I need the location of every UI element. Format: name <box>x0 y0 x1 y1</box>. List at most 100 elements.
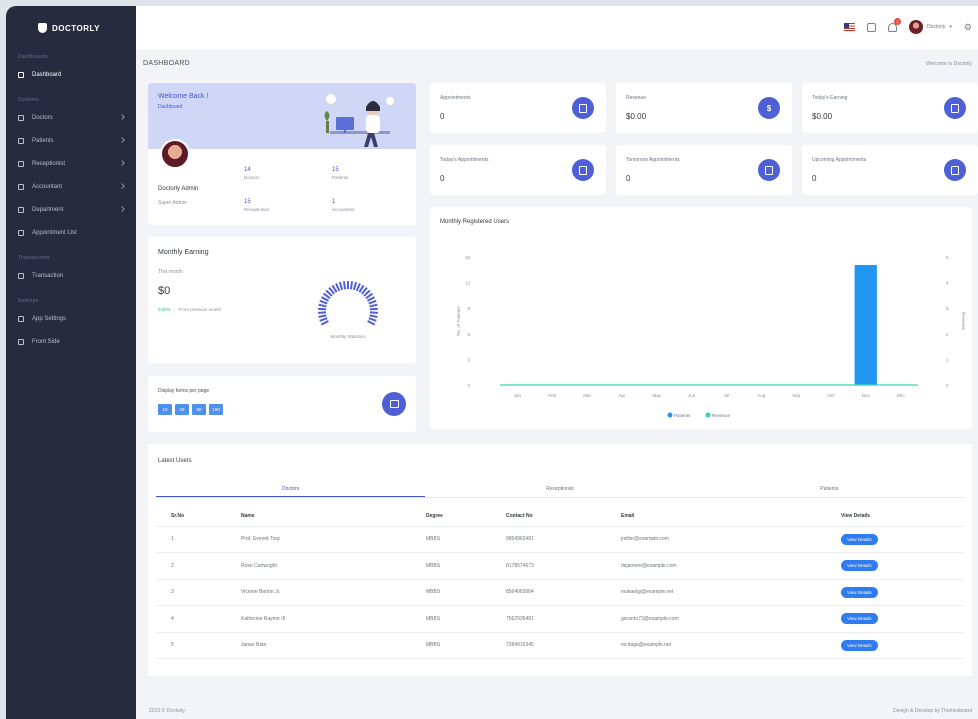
monthly-users-chart-card: Monthly Registered Users 0 3 6 9 12 16 0 1 2 3 4 5 N… <box>430 207 972 429</box>
logo[interactable]: DOCTORLY <box>6 6 136 33</box>
icon-glyph <box>765 165 773 175</box>
table-cell-name: Janae Bate <box>226 632 411 659</box>
calendar-clock-icon <box>944 159 966 181</box>
table-header-row: Sr.No Name Degree Contact No Email View Detai… <box>156 506 964 527</box>
page-size-25[interactable]: 25 <box>175 404 189 415</box>
monthly-users-chart: 03691216012345No. of Patients RevenueJan F… <box>456 255 966 418</box>
stat-card-label: Appointments <box>440 95 471 101</box>
stat-card-value: 0 <box>440 112 445 121</box>
tab-patients[interactable]: Patients <box>695 482 964 497</box>
sidebar-item-receptionist[interactable]: Receptionist <box>6 152 136 175</box>
table-cell-view-details: View Details <box>826 579 964 606</box>
table-row: 3 Vicente Barton Jr. MBBS 8564083064 makaelg… <box>156 579 964 606</box>
page-size-10[interactable]: 10 <box>158 404 172 415</box>
table-cell-degree: MBBS <box>411 552 491 580</box>
column-header-sr-no: Sr.No <box>156 506 226 527</box>
avatar <box>909 20 924 34</box>
earning-change-row: 0.00% ↑ From previous month <box>158 307 221 312</box>
view-details-button[interactable]: View Details <box>841 586 878 598</box>
user-menu[interactable]: Doctorly ▾ <box>909 20 952 34</box>
legend-marker <box>705 412 711 418</box>
tab-receptionist[interactable]: Receptionist <box>425 482 694 497</box>
table-cell-email: gerardo73@example.com <box>606 605 826 633</box>
gauge-tick <box>368 299 377 305</box>
breadcrumb[interactable]: Welcome to Doctorly <box>926 61 972 67</box>
stat-card-tomorrow-appointments: Tomorrow Appointments 0 <box>616 145 792 195</box>
sidebar-item-accountant[interactable]: Accountant <box>6 175 136 198</box>
column-header-contact-no: Contact No <box>491 506 606 527</box>
x-tick-label: Sep <box>792 393 801 398</box>
gauge-tick <box>368 317 377 322</box>
x-tick-label: Jun <box>688 393 696 398</box>
sidebar-item-transaction[interactable]: Transaction <box>6 264 136 287</box>
bell-icon[interactable]: 2 <box>888 17 902 32</box>
stat-card-value: $0.00 <box>812 112 833 121</box>
table-cell-contact-no: 7284916345 <box>491 632 606 659</box>
table-cell-view-details: View Details <box>826 605 964 633</box>
view-details-button[interactable]: View Details <box>841 533 878 545</box>
x-tick-label: Oct <box>827 393 835 398</box>
calendar-check-icon <box>758 159 780 181</box>
column-header-name: Name <box>226 506 411 527</box>
sidebar-item-doctors[interactable]: Doctors <box>6 106 136 129</box>
user-name: Doctorly <box>927 24 946 30</box>
menu-section-title: Systems <box>18 97 40 103</box>
welcome-banner: Welcome Back ! Dashboard <box>148 83 416 149</box>
sidebar-item-app-settings[interactable]: App Settings <box>6 307 136 330</box>
view-details-button[interactable]: View Details <box>841 639 878 651</box>
user-tabs: Doctors Receptionist Patients <box>156 482 964 498</box>
sidebar-item-patients[interactable]: Patients <box>6 129 136 152</box>
gear-icon[interactable]: ⚙ <box>964 22 972 33</box>
bar-nov <box>854 265 877 385</box>
gauge-tick <box>349 281 354 290</box>
y-tick-label: 3 <box>467 357 470 362</box>
monthly-earning-card: Monthly Earning This month $0 0.00% ↑ Fr… <box>148 237 416 363</box>
stat-card-label: Upcoming Appointments <box>812 157 867 163</box>
chevron-down-icon: ▾ <box>949 24 952 30</box>
sidebar-item-label: App Settings <box>32 315 67 322</box>
gauge-tick <box>319 317 328 322</box>
legend-patients[interactable]: Patients <box>674 413 691 418</box>
sidebar-item-dashboard[interactable]: Dashboard <box>6 63 136 86</box>
sidebar-menu: Dashboards Dashboard Systems Doctors Patient… <box>6 51 136 361</box>
settings-round-button[interactable] <box>382 392 406 416</box>
table-cell-contact-no: 8178574673 <box>491 552 606 580</box>
fullscreen-icon[interactable] <box>867 22 877 32</box>
page-size-100[interactable]: 100 <box>209 404 223 415</box>
menu-spacer <box>6 287 136 295</box>
sidebar-item-label: Doctors <box>32 114 53 121</box>
view-details-button[interactable]: View Details <box>841 613 878 625</box>
y2-tick-label: 1 <box>946 357 949 362</box>
table-row: 5 Janae Bate MBBS 7284916345 mcdaga@example.… <box>156 632 964 659</box>
menu-section-title: Transactions <box>18 255 51 261</box>
topbar-actions: 2 Doctorly ▾ ⚙ <box>844 17 972 34</box>
stat-card-value: 0 <box>626 174 631 183</box>
sidebar-item-appointment-list[interactable]: Appointment List <box>6 221 136 244</box>
table-cell-email: mcdaga@example.net <box>606 632 826 659</box>
table-cell-view-details: View Details <box>826 632 964 659</box>
legend-revenue[interactable]: Revenue <box>712 413 731 418</box>
stat-card-label: Revenue <box>626 95 647 101</box>
x-tick-label: Jul <box>724 393 730 398</box>
gauge-tick <box>318 303 327 308</box>
patients-icon <box>18 137 24 144</box>
table-cell-name: Vicente Barton Jr. <box>226 579 411 606</box>
icon-glyph <box>579 103 587 113</box>
calendar-icon <box>572 159 594 181</box>
tab-doctors[interactable]: Doctors <box>156 482 426 497</box>
table-cell-contact-no: 7562935481 <box>491 605 606 633</box>
sidebar-item-label: Transaction <box>32 272 64 279</box>
page-size-50[interactable]: 50 <box>192 404 206 415</box>
view-details-button[interactable]: View Details <box>841 560 878 572</box>
column-header-degree: Degree <box>411 506 491 527</box>
icon-glyph <box>951 165 959 175</box>
x-tick-label: Jan <box>514 393 522 398</box>
gauge-tick <box>317 311 327 314</box>
gauge-tick <box>335 283 341 292</box>
display-items-card: Display Items per page 10 25 50 100 <box>148 376 416 432</box>
us-flag-icon[interactable] <box>844 23 856 31</box>
gauge-tick <box>369 307 378 311</box>
sidebar-item-front-side[interactable]: Front Side <box>6 330 136 353</box>
sidebar-item-department[interactable]: Department <box>6 198 136 221</box>
footer-credit: Design & Develop by Themesbrand <box>893 708 972 714</box>
